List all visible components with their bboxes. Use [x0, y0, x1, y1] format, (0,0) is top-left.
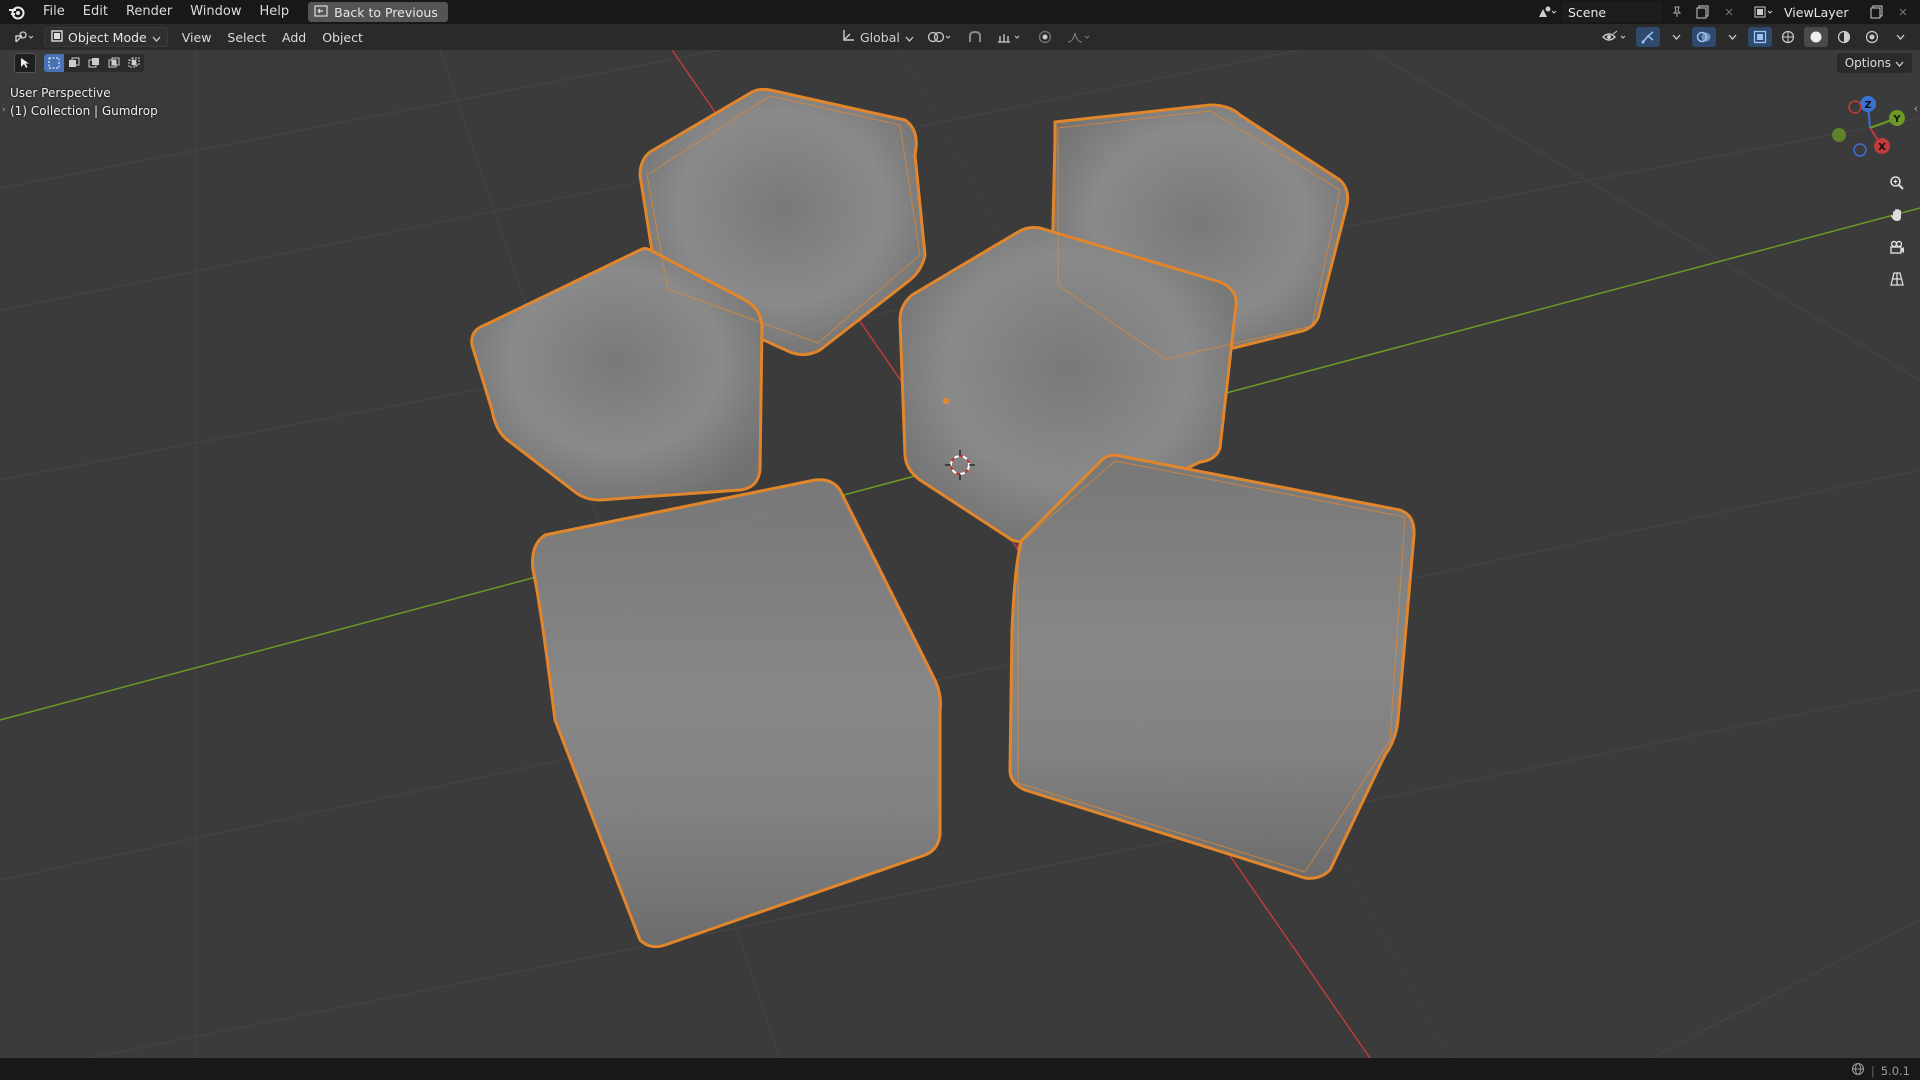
tool-settings-row [0, 50, 1920, 76]
menu-add[interactable]: Add [274, 30, 314, 45]
pan-hand-icon[interactable] [1884, 202, 1910, 228]
object-origin-point [943, 398, 949, 404]
select-extend-icon[interactable] [64, 54, 84, 72]
material-preview-shading-icon[interactable] [1832, 27, 1856, 47]
gizmo-neg-y[interactable] [1832, 128, 1846, 142]
select-new-icon[interactable] [44, 54, 64, 72]
viewport-canvas[interactable]: Z Y X [0, 50, 1920, 1058]
transform-orientation-dropdown[interactable]: Global [838, 27, 917, 47]
object-mode-dropdown[interactable]: Object Mode [44, 27, 168, 47]
expand-arrow-icon[interactable]: › [2, 105, 6, 115]
gizmo-z-label: Z [1864, 100, 1871, 111]
view-layer-selector-icon[interactable] [1752, 2, 1774, 22]
viewport-info-overlay: User Perspective (1) Collection | Gumdro… [10, 84, 158, 120]
menu-window[interactable]: Window [181, 0, 250, 24]
toggle-perspective-grid-icon[interactable] [1884, 266, 1910, 292]
viewport-background [0, 50, 1920, 1058]
rendered-shading-icon[interactable] [1860, 27, 1884, 47]
select-subtract-icon[interactable] [84, 54, 104, 72]
gizmo-x-label: X [1878, 142, 1886, 153]
camera-view-icon[interactable] [1884, 234, 1910, 260]
select-intersect-icon[interactable] [124, 54, 144, 72]
delete-view-layer-icon[interactable] [1892, 2, 1914, 22]
3d-viewport[interactable]: Z Y X User Perspective (1) Collection | … [0, 50, 1920, 1058]
view-layer-name: ViewLayer [1784, 4, 1849, 20]
new-scene-icon[interactable] [1692, 2, 1714, 22]
delete-scene-icon[interactable] [1718, 2, 1740, 22]
solid-shading-icon[interactable] [1804, 27, 1828, 47]
options-dropdown[interactable]: Options [1836, 53, 1912, 73]
visibility-selectability-dropdown[interactable] [1598, 27, 1632, 47]
orientation-axes-icon [841, 29, 855, 46]
perspective-label: User Perspective [10, 86, 111, 100]
chevron-down-icon [152, 30, 161, 45]
editor-type-icon[interactable] [10, 27, 40, 47]
header-right-tools [1598, 27, 1912, 47]
back-to-previous-button[interactable]: Back to Previous [308, 2, 448, 22]
navigation-tools [1884, 170, 1910, 292]
select-box-tool-button[interactable] [14, 53, 36, 73]
pin-icon[interactable] [1666, 2, 1688, 22]
back-button-label: Back to Previous [334, 4, 438, 20]
menu-help[interactable]: Help [251, 0, 299, 24]
proportional-falloff-dropdown[interactable] [1063, 27, 1095, 47]
menu-render[interactable]: Render [117, 0, 181, 24]
status-bar: | 5.0.1 [0, 1058, 1920, 1080]
version-separator: | [1870, 1063, 1875, 1078]
scene-name: Scene [1568, 4, 1607, 20]
version-info: | 5.0.1 [1851, 1062, 1910, 1079]
menu-file[interactable]: File [34, 0, 74, 24]
wireframe-shading-icon[interactable] [1776, 27, 1800, 47]
menu-object[interactable]: Object [314, 30, 371, 45]
header-center-tools: Global [838, 27, 1095, 47]
topbar-right-group: Scene ViewLayer [1536, 0, 1920, 24]
menu-edit[interactable]: Edit [74, 0, 117, 24]
back-icon [314, 4, 328, 20]
snap-toggle-icon[interactable] [963, 27, 987, 47]
xray-toggle-icon[interactable] [1748, 27, 1772, 47]
scene-name-field[interactable]: Scene [1562, 2, 1662, 22]
object-mode-label: Object Mode [68, 29, 147, 45]
menu-view[interactable]: View [174, 30, 220, 45]
globe-icon [1851, 1062, 1865, 1079]
zoom-icon[interactable] [1884, 170, 1910, 196]
pivot-point-dropdown[interactable] [923, 27, 957, 47]
object-mode-icon [51, 29, 63, 45]
selection-mode-group [44, 54, 144, 72]
chevron-down-icon [905, 30, 914, 45]
chevron-down-icon [1895, 56, 1904, 70]
select-invert-icon[interactable] [104, 54, 124, 72]
version-number: 5.0.1 [1880, 1063, 1910, 1078]
view-layer-name-field[interactable]: ViewLayer [1778, 2, 1862, 22]
new-view-layer-icon[interactable] [1866, 2, 1888, 22]
collection-label: (1) Collection | Gumdrop [10, 104, 158, 118]
blender-logo-icon[interactable] [0, 0, 34, 24]
scene-selector-icon[interactable] [1536, 2, 1558, 22]
gizmo-y-label: Y [1892, 114, 1901, 125]
sidebar-toggle-icon[interactable]: ‹ [1914, 102, 1918, 115]
snap-target-dropdown[interactable] [993, 27, 1027, 47]
transform-orientation-label: Global [860, 29, 900, 45]
overlays-options-dropdown[interactable] [1720, 27, 1744, 47]
viewport-header: Object Mode View Select Add Object Globa… [0, 24, 1920, 50]
options-label: Options [1844, 56, 1891, 70]
show-overlays-toggle-icon[interactable] [1692, 27, 1716, 47]
proportional-editing-icon[interactable] [1033, 27, 1057, 47]
show-gizmo-toggle-icon[interactable] [1636, 27, 1660, 47]
gizmo-options-dropdown[interactable] [1664, 27, 1688, 47]
menu-select[interactable]: Select [219, 30, 274, 45]
shading-options-dropdown[interactable] [1888, 27, 1912, 47]
top-bar: File Edit Render Window Help Back to Pre… [0, 0, 1920, 24]
